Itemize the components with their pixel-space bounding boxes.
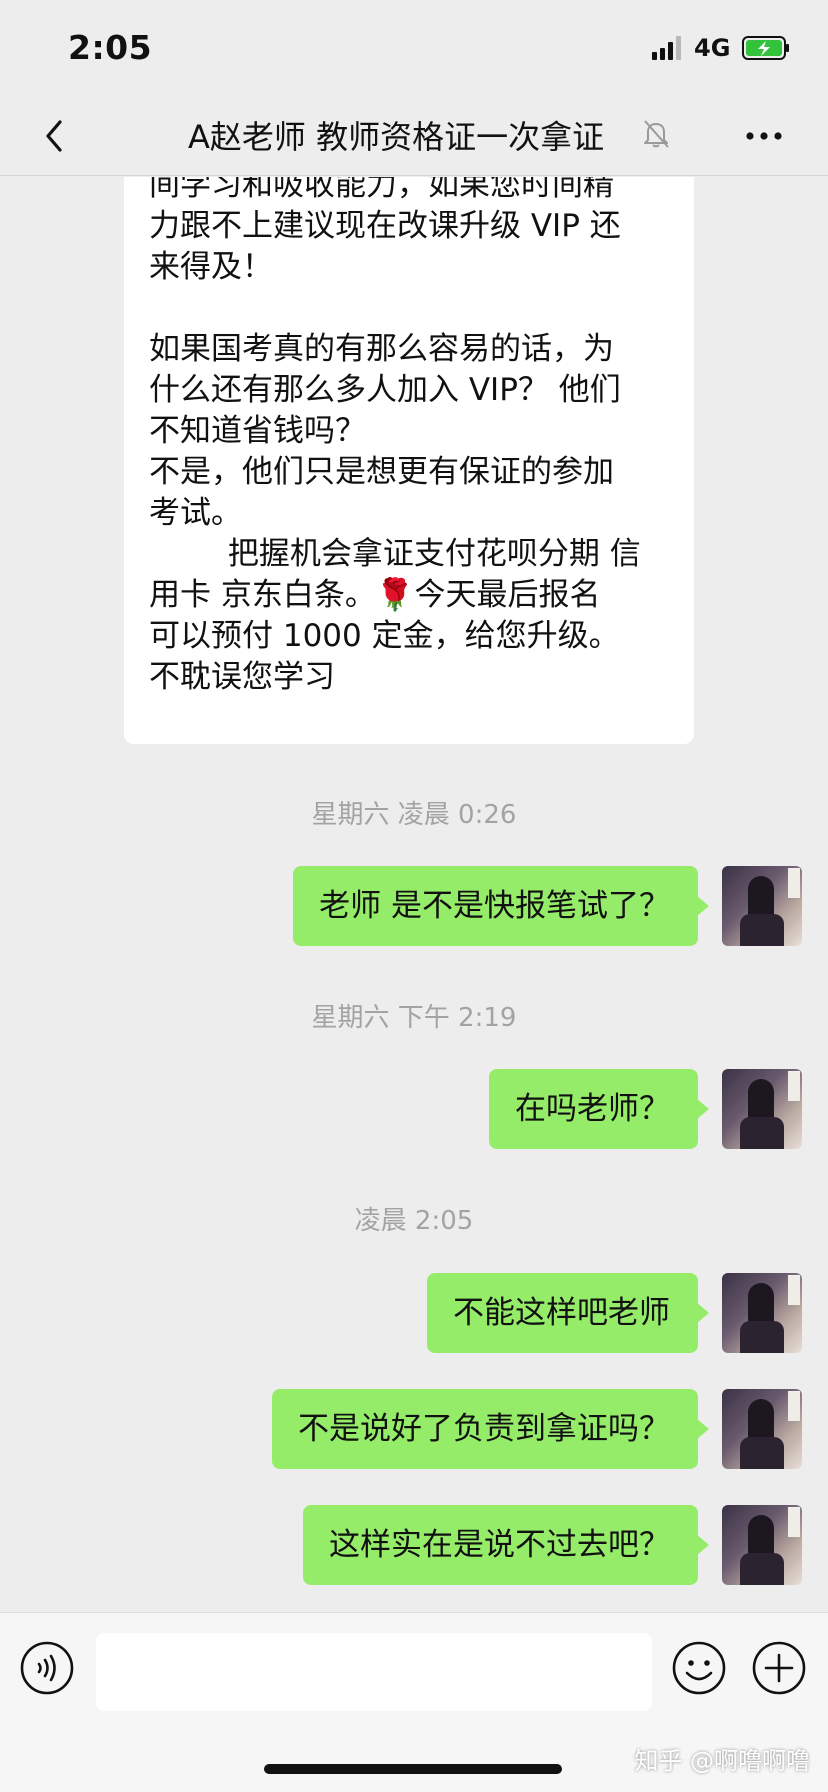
bell-slash-icon	[644, 120, 669, 148]
message-line: 力跟不上建议现在改课升级 VIP 还	[149, 208, 621, 244]
avatar[interactable]	[722, 1389, 802, 1469]
message-line: 把握机会拿证支付花呗分期 信	[149, 536, 641, 572]
emoji-icon[interactable]	[672, 1641, 726, 1695]
incoming-message-bubble[interactable]: 间学习和吸收能力，如果您时间精 力跟不上建议现在改课升级 VIP 还 来得及！ …	[124, 177, 694, 744]
avatar[interactable]	[722, 866, 802, 946]
message-line: 考试。	[149, 495, 242, 531]
outgoing-message-bubble[interactable]: 不是说好了负责到拿证吗？	[272, 1389, 709, 1469]
message-line: 可以预付 1000 定金，给您升级。	[149, 618, 620, 654]
battery-charging-icon	[742, 36, 789, 60]
message-line: 间学习和吸收能力，如果您时间精	[149, 177, 614, 203]
message-line: 用卡 京东白条。🌹今天最后报名	[149, 577, 601, 613]
message-line: 如果国考真的有那么容易的话，为	[149, 331, 614, 367]
avatar[interactable]	[722, 1273, 802, 1353]
chat-message-list[interactable]: 间学习和吸收能力，如果您时间精 力跟不上建议现在改课升级 VIP 还 来得及！ …	[0, 177, 828, 1612]
status-time: 2:05	[68, 28, 153, 67]
outgoing-message-bubble[interactable]: 不能这样吧老师	[427, 1273, 709, 1353]
avatar[interactable]	[722, 1505, 802, 1585]
network-type: 4G	[694, 34, 731, 62]
home-indicator[interactable]	[264, 1764, 562, 1774]
message-input[interactable]	[96, 1633, 652, 1711]
message-timestamp: 凌晨 2:05	[354, 1206, 474, 1236]
message-timestamp: 星期六 凌晨 0:26	[311, 800, 517, 830]
message-line: 不耽误您学习	[149, 659, 335, 695]
outgoing-message-bubble[interactable]: 在吗老师？	[489, 1069, 709, 1149]
message-timestamp: 星期六 下午 2:19	[311, 1003, 517, 1033]
message-line: 不是，他们只是想更有保证的参加	[149, 454, 614, 490]
chat-header: A赵老师 教师资格证一次拿证	[0, 96, 828, 176]
message-line: 来得及！	[149, 249, 273, 285]
outgoing-message-bubble[interactable]: 这样实在是说不过去吧？	[303, 1505, 709, 1585]
message-line: 不知道省钱吗？	[149, 413, 366, 449]
plus-icon[interactable]	[752, 1641, 806, 1695]
voice-icon[interactable]	[20, 1641, 74, 1695]
chat-title: A赵老师 教师资格证一次拿证	[188, 118, 605, 156]
signal-strength-icon	[652, 36, 681, 60]
avatar[interactable]	[722, 1069, 802, 1149]
watermark: 知乎 @啊噜啊噜	[634, 1747, 810, 1775]
status-bar: 2:05 4G	[0, 0, 828, 96]
more-dots-icon[interactable]	[744, 124, 784, 148]
message-line: 什么还有那么多人加入 VIP？ 他们	[149, 372, 621, 408]
outgoing-message-bubble[interactable]: 老师 是不是快报笔试了？	[293, 866, 709, 946]
chevron-left-icon[interactable]	[36, 112, 76, 160]
